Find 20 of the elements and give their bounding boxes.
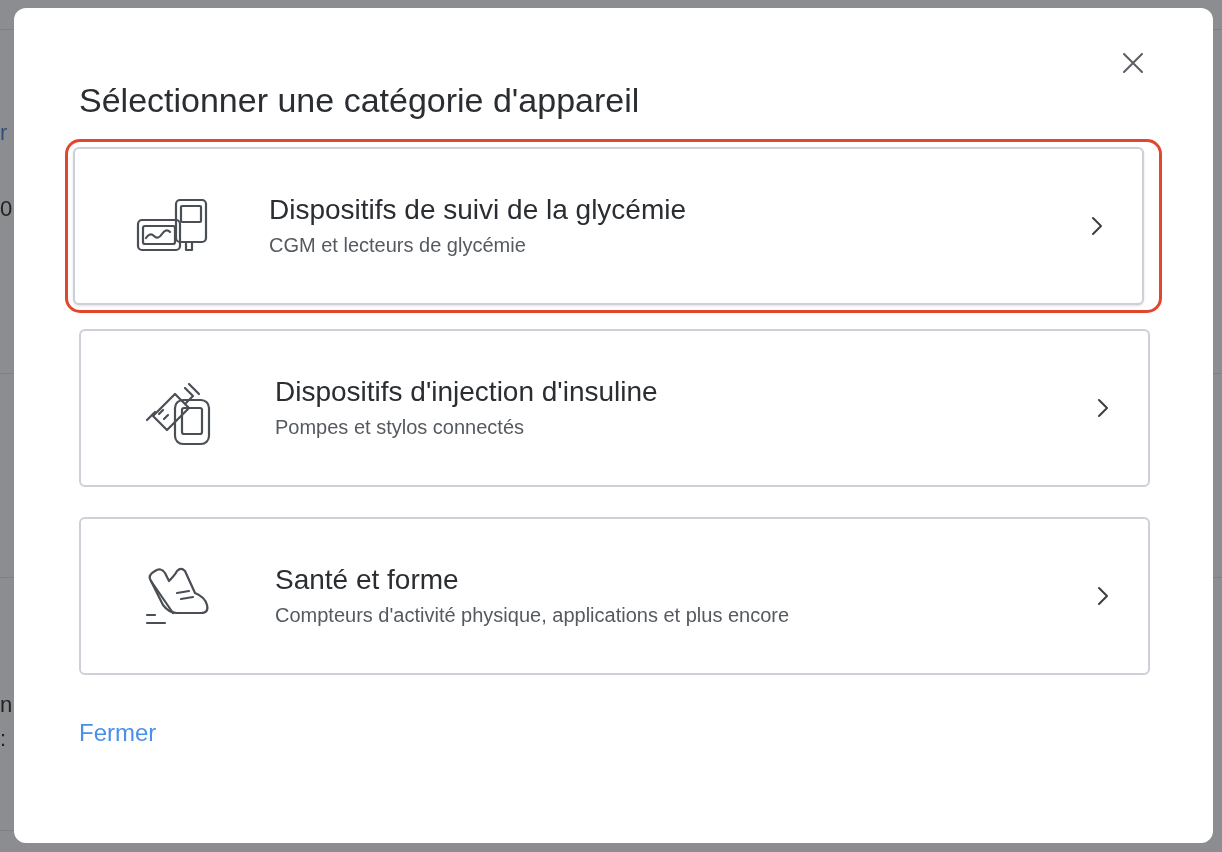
category-card[interactable]: Dispositifs d'injection d'insuline Pompes et stylos connectés <box>79 329 1150 487</box>
chevron-right-icon <box>1097 398 1109 418</box>
category-title: Dispositifs d'injection d'insuline <box>275 375 659 409</box>
sneaker-icon <box>145 565 211 627</box>
category-title: Santé et forme <box>275 563 460 597</box>
chevron-right-icon <box>1091 216 1103 236</box>
glucose-meter-icon <box>136 198 208 254</box>
category-subtitle: CGM et lecteurs de glycémie <box>269 233 527 258</box>
category-card[interactable]: Dispositifs de suivi de la glycémie CGM et lecteurs de glycémie <box>73 147 1144 305</box>
background-text-fragment: : <box>0 726 7 752</box>
dialog-title: Sélectionner une catégorie d'appareil <box>79 80 641 120</box>
background-text-fragment: 0 <box>0 196 13 222</box>
chevron-right-icon <box>1097 586 1109 606</box>
close-icon <box>1122 52 1144 74</box>
background-text-fragment: n <box>0 692 13 718</box>
category-subtitle: Pompes et stylos connectés <box>275 415 525 440</box>
category-card[interactable]: Santé et forme Compteurs d'activité physique, applications et plus encore <box>79 517 1150 675</box>
category-title: Dispositifs de suivi de la glycémie <box>269 193 688 227</box>
category-subtitle: Compteurs d'activité physique, applications et plus encore <box>275 603 791 628</box>
background-link-fragment: r <box>0 120 8 146</box>
